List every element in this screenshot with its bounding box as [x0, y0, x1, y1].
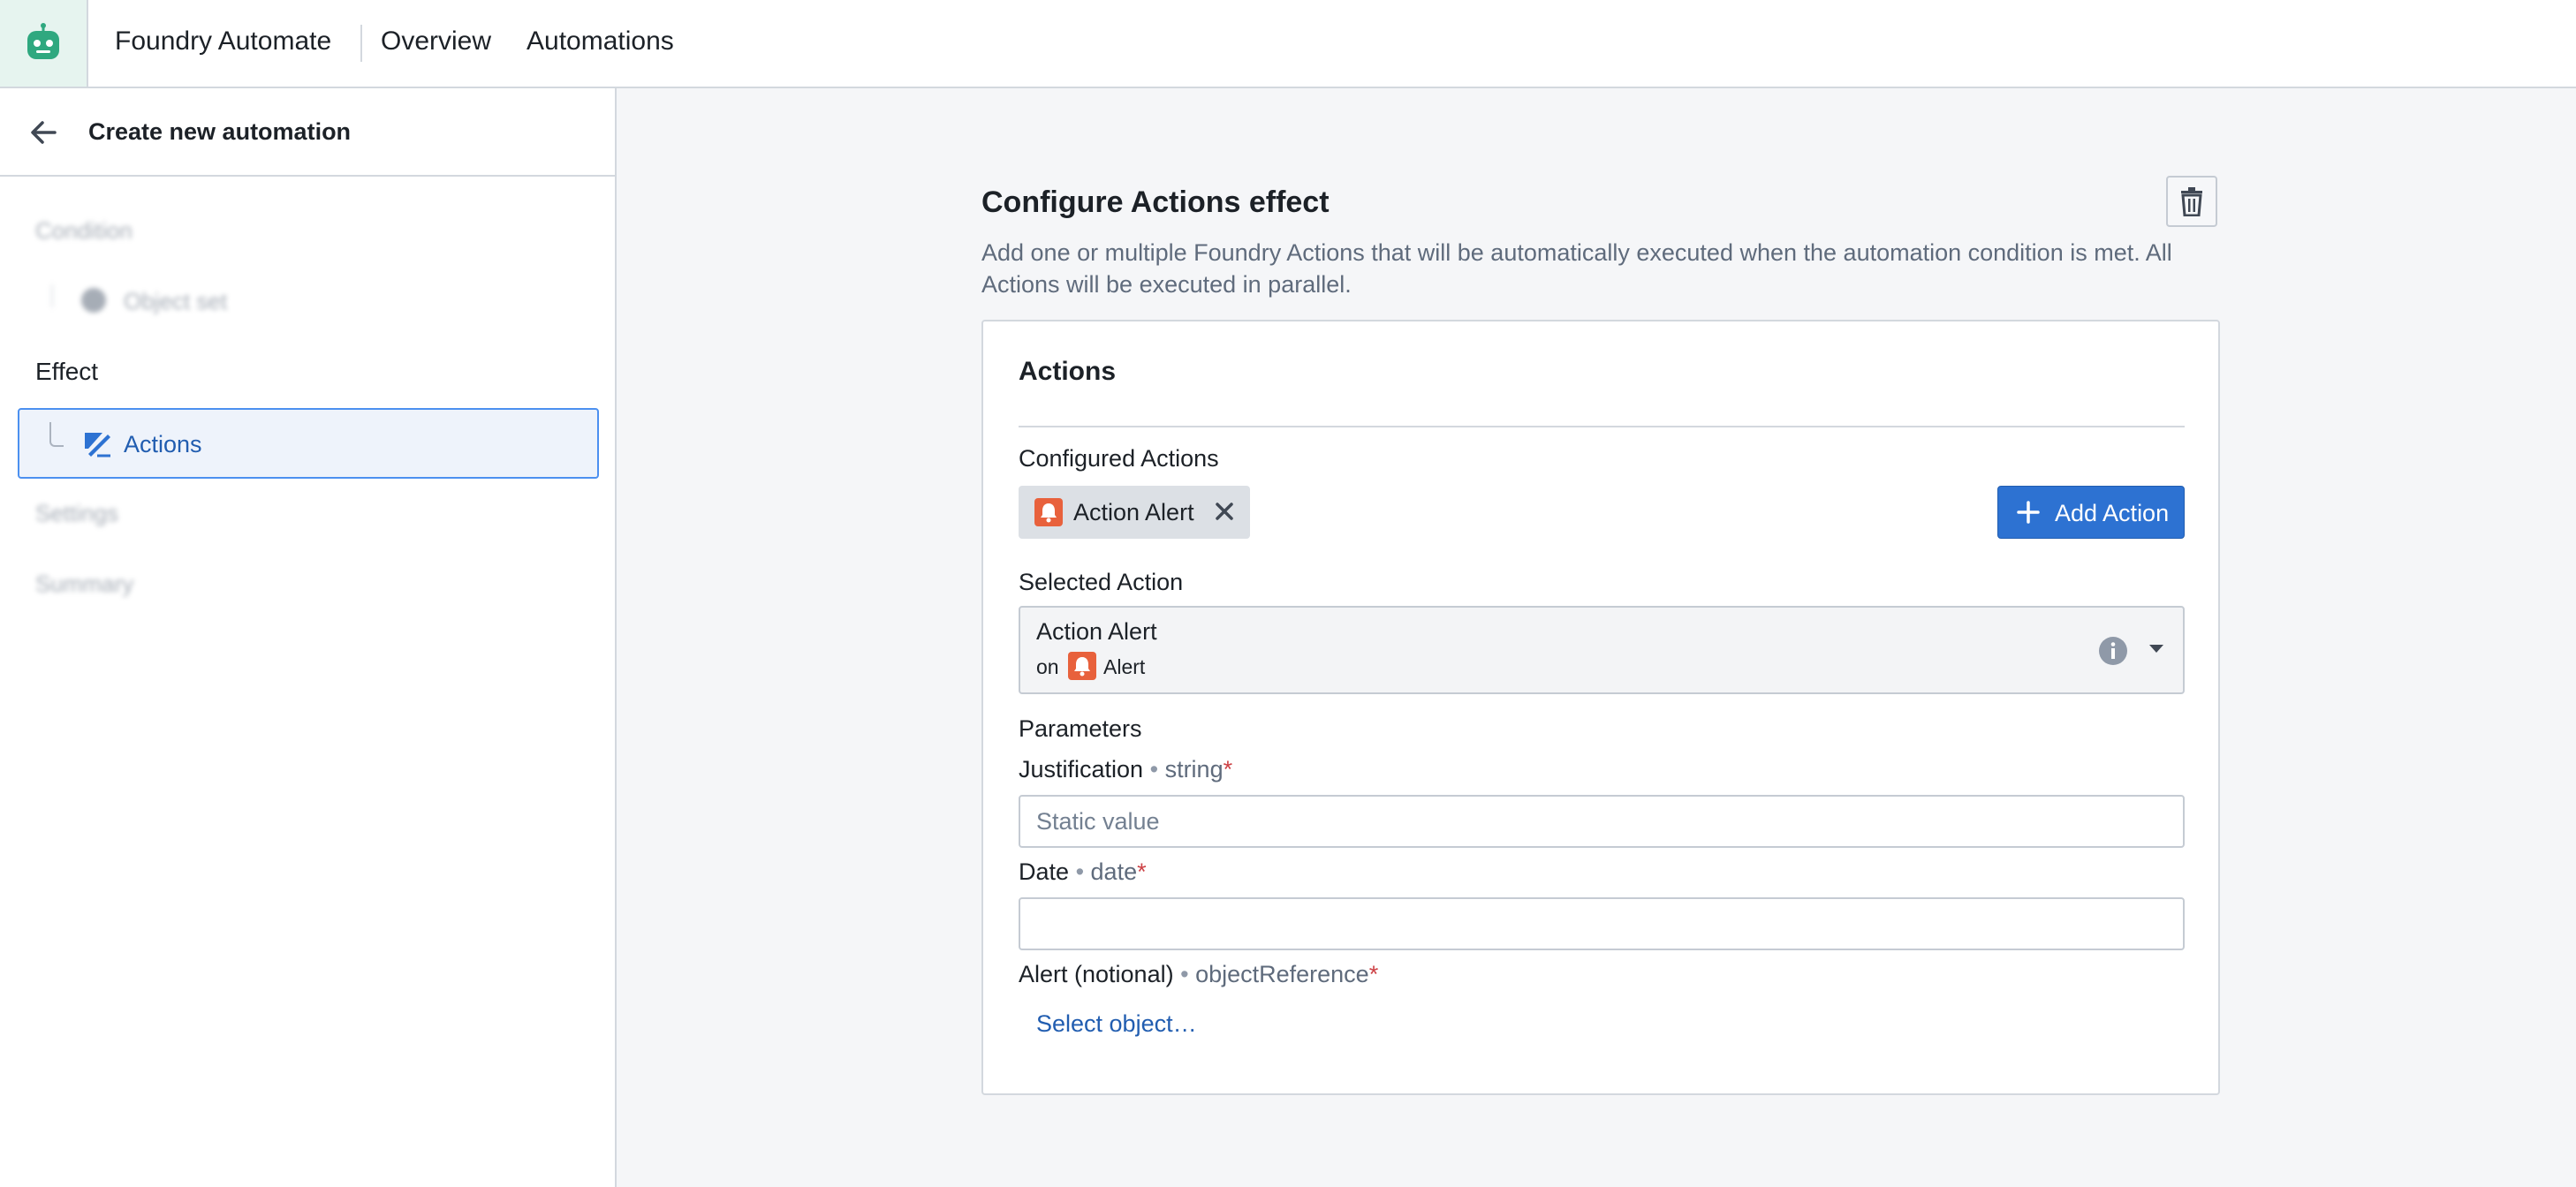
- required-marker: *: [1368, 961, 1379, 987]
- sidebar: Create new automation Condition Object s…: [0, 88, 617, 1187]
- param-separator: •: [1180, 961, 1189, 987]
- justification-input[interactable]: [1019, 795, 2185, 848]
- page-description: Add one or multiple Foundry Actions that…: [981, 239, 2172, 298]
- selected-action-name: Action Alert: [1036, 618, 1157, 645]
- param-type: date: [1090, 858, 1138, 885]
- param-date-label: Date • date*: [1019, 858, 1147, 886]
- bell-icon: [1034, 498, 1063, 526]
- param-name: Alert (notional): [1019, 961, 1174, 987]
- app-name[interactable]: Foundry Automate: [115, 26, 331, 57]
- card-title: Actions: [1019, 357, 1117, 386]
- info-icon[interactable]: [2098, 636, 2128, 666]
- nav-divider: [360, 25, 362, 62]
- add-action-label: Add Action: [2055, 500, 2170, 526]
- app-logo[interactable]: [0, 0, 88, 87]
- configured-actions-label: Configured Actions: [1019, 445, 1219, 472]
- chevron-down-icon[interactable]: [2148, 643, 2165, 655]
- robot-icon: [27, 23, 59, 59]
- step-condition[interactable]: Condition: [35, 217, 133, 245]
- param-justification-label: Justification • string*: [1019, 756, 1232, 783]
- select-object-link[interactable]: Select object…: [1036, 1010, 1197, 1038]
- nav-automations[interactable]: Automations: [527, 26, 674, 57]
- param-name: Justification: [1019, 756, 1144, 783]
- actions-icon: [85, 433, 110, 457]
- selected-action-label: Selected Action: [1019, 569, 1184, 595]
- add-action-button[interactable]: Add Action: [1997, 486, 2185, 539]
- nav-overview[interactable]: Overview: [381, 26, 491, 57]
- divider: [1019, 426, 2185, 427]
- configured-action-label: Action Alert: [1073, 499, 1194, 525]
- param-type: string: [1164, 756, 1224, 783]
- delete-effect-button[interactable]: [2166, 176, 2217, 227]
- main-panel: Configure Actions effect Add one or mult…: [617, 88, 2576, 1187]
- tree-line: [51, 284, 53, 307]
- object-set-icon: [81, 288, 106, 313]
- param-type: objectReference: [1195, 961, 1369, 987]
- tree-line: [49, 422, 64, 447]
- step-settings[interactable]: Settings: [35, 500, 118, 527]
- param-alert-label: Alert (notional) • objectReference*: [1019, 961, 1378, 988]
- sidebar-title: Create new automation: [88, 118, 352, 145]
- arrow-left-icon: [31, 121, 57, 144]
- step-summary[interactable]: Summary: [35, 571, 133, 598]
- sidebar-header: Create new automation: [0, 88, 615, 177]
- step-object-set[interactable]: Object set: [124, 288, 227, 315]
- parameters-label: Parameters: [1019, 715, 1142, 742]
- remove-action-icon[interactable]: [1211, 498, 1238, 525]
- step-effect-heading: Effect: [35, 358, 99, 385]
- param-name: Date: [1019, 858, 1070, 885]
- trash-icon: [2181, 187, 2202, 216]
- step-actions[interactable]: Actions: [18, 408, 599, 479]
- plus-icon: [2017, 501, 2040, 524]
- date-input[interactable]: [1019, 897, 2185, 950]
- configured-action-chip[interactable]: Action Alert: [1019, 486, 1250, 539]
- param-separator: •: [1075, 858, 1085, 885]
- selected-action-object: Alert: [1103, 655, 1146, 678]
- back-button[interactable]: [25, 115, 64, 150]
- required-marker: *: [1223, 756, 1233, 783]
- param-separator: •: [1149, 756, 1159, 783]
- page-title: Configure Actions effect: [981, 185, 1330, 219]
- step-actions-label: Actions: [124, 431, 202, 457]
- top-bar: Foundry Automate Overview Automations: [0, 0, 2576, 88]
- selected-action-on: on: [1036, 655, 1059, 678]
- bell-icon: [1068, 652, 1096, 680]
- required-marker: *: [1137, 858, 1147, 885]
- actions-card: Actions Configured Actions Action Alert …: [981, 320, 2220, 1095]
- selected-action-select[interactable]: Action Alert on Alert: [1019, 606, 2185, 694]
